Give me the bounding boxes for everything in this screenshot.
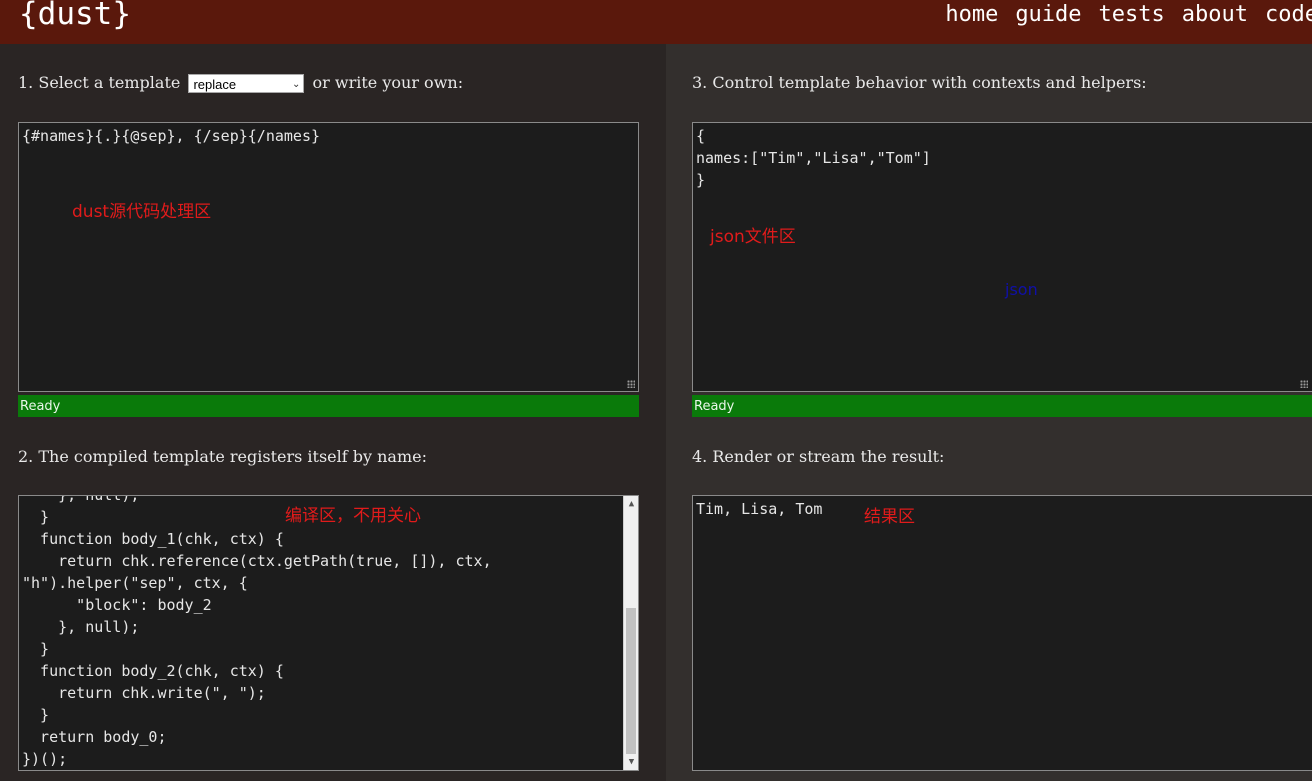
- json-blue-annotation: json: [1005, 280, 1038, 299]
- top-nav: home guide tests about code: [928, 0, 1312, 44]
- step1-heading: 1. Select a template replace ⌄ or write …: [18, 73, 463, 93]
- template-source-editor[interactable]: {#names}{.}{@sep}, {/sep}{/names}: [18, 122, 639, 392]
- step3-heading: 3. Control template behavior with contex…: [692, 73, 1147, 92]
- result-output-panel[interactable]: Tim, Lisa, Tom: [692, 495, 1312, 771]
- compiled-output-panel[interactable]: }, null); } function body_1(chk, ctx) { …: [18, 495, 639, 771]
- scroll-up-icon[interactable]: ▲: [624, 496, 638, 512]
- result-annotation: 结果区: [864, 507, 915, 527]
- compiled-annotation: 编译区，不用关心: [285, 506, 421, 526]
- scroll-down-icon[interactable]: ▼: [624, 754, 638, 770]
- compiled-scrollbar[interactable]: ▲ ▼: [623, 496, 638, 770]
- nav-tests[interactable]: tests: [1099, 0, 1165, 44]
- step1-label-before: 1. Select a template: [18, 73, 181, 92]
- top-header: {dust} home guide tests about code: [0, 0, 1312, 44]
- step2-heading: 2. The compiled template registers itsel…: [18, 447, 427, 466]
- scroll-thumb[interactable]: [626, 608, 636, 754]
- json-context-editor[interactable]: { names:["Tim","Lisa","Tom"] }: [692, 122, 1312, 392]
- json-status-bar: Ready: [692, 395, 1312, 417]
- template-select[interactable]: replace ⌄: [188, 74, 305, 93]
- nav-guide[interactable]: guide: [1015, 0, 1081, 44]
- step1-label-after: or write your own:: [312, 73, 464, 92]
- chevron-down-icon: ⌄: [292, 79, 301, 90]
- nav-about[interactable]: about: [1182, 0, 1248, 44]
- template-status-bar: Ready: [18, 395, 639, 417]
- step4-heading: 4. Render or stream the result:: [692, 447, 945, 466]
- site-logo[interactable]: {dust}: [19, 0, 131, 32]
- json-annotation: json文件区: [710, 227, 796, 247]
- template-annotation: dust源代码处理区: [72, 202, 212, 222]
- resize-handle-icon[interactable]: [1300, 380, 1308, 388]
- nav-home[interactable]: home: [945, 0, 998, 44]
- resize-handle-icon[interactable]: [627, 380, 635, 388]
- nav-code[interactable]: code: [1265, 0, 1312, 44]
- template-select-value: replace: [193, 77, 237, 92]
- compiled-output-text: }, null); } function body_1(chk, ctx) { …: [22, 495, 492, 768]
